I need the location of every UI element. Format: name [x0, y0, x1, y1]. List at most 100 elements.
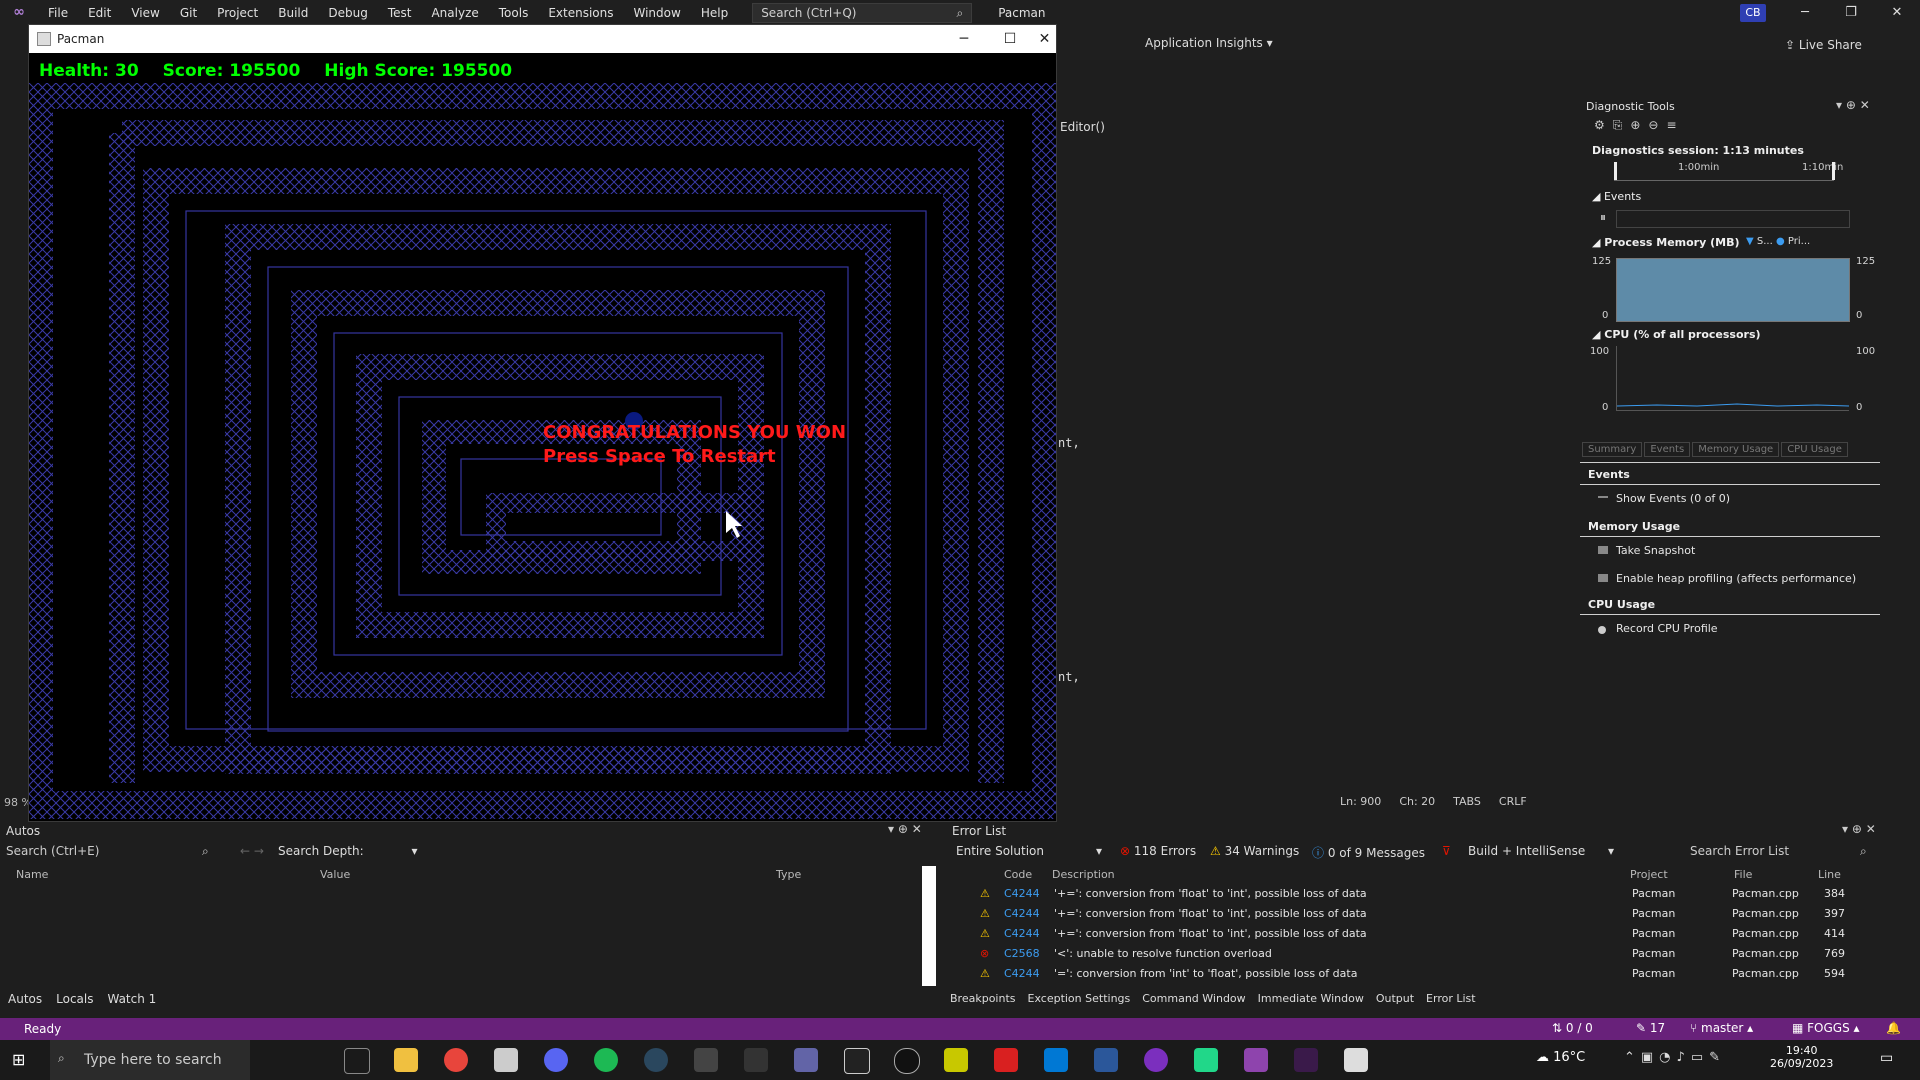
file-explorer-icon[interactable] [394, 1048, 418, 1072]
app-icon[interactable] [1194, 1048, 1218, 1072]
build-filter-dropdown[interactable]: Build + IntelliSense ▾ [1468, 844, 1618, 858]
vscode-icon[interactable] [1044, 1048, 1068, 1072]
notification-center-icon[interactable]: ▭ [1880, 1050, 1893, 1066]
system-tray-icons[interactable]: ⌃▣◔♪▭✎ [1624, 1050, 1726, 1065]
menu-window[interactable]: Window [624, 0, 691, 26]
column-name[interactable]: Name [16, 868, 48, 881]
panel-controls-icon[interactable]: ▾ ⊕ ✕ [1836, 98, 1870, 112]
repository-selector[interactable]: ▦ FOGGS ▴ [1792, 1021, 1860, 1035]
menu-edit[interactable]: Edit [78, 0, 121, 26]
code-editor[interactable] [1058, 110, 1568, 810]
tab-cpu-usage[interactable]: CPU Usage [1781, 442, 1848, 457]
column-description[interactable]: Description [1052, 868, 1115, 881]
app-icon[interactable] [1294, 1048, 1318, 1072]
application-insights-dropdown[interactable]: Application Insights ▾ [1145, 36, 1273, 50]
menu-extensions[interactable]: Extensions [538, 0, 623, 26]
menu-debug[interactable]: Debug [318, 0, 377, 26]
git-changes-indicator[interactable]: ⇅ 0 / 0 [1552, 1021, 1593, 1035]
taskbar-search-input[interactable]: ⌕ Type here to search [50, 1040, 250, 1080]
app-icon[interactable] [494, 1048, 518, 1072]
autos-search-input[interactable]: Search (Ctrl+E) ⌕ [6, 844, 224, 862]
app-icon[interactable] [694, 1048, 718, 1072]
close-icon[interactable]: ✕ [1874, 0, 1920, 26]
error-code[interactable]: C4244 [1004, 967, 1040, 980]
user-avatar-badge[interactable]: CB [1740, 4, 1766, 22]
column-type[interactable]: Type [776, 868, 801, 881]
weather-widget[interactable]: ☁ 16°C [1536, 1050, 1585, 1065]
restore-icon[interactable]: ❐ [1828, 0, 1874, 26]
column-code[interactable]: Code [1004, 868, 1032, 881]
process-memory-header[interactable]: ◢ Process Memory (MB) [1592, 236, 1739, 249]
member-navigation-dropdown[interactable]: Editor() [1060, 120, 1105, 134]
pacman-taskbar-icon[interactable] [1344, 1048, 1368, 1072]
record-cpu-profile-button[interactable]: Record CPU Profile [1616, 622, 1718, 635]
notifications-icon[interactable]: 🔔 [1886, 1021, 1901, 1035]
live-share-button[interactable]: ⇪ Live Share [1785, 38, 1862, 52]
error-row[interactable]: ⊗ C2568 '<': unable to resolve function … [948, 944, 1888, 964]
timeline-start-handle[interactable] [1614, 162, 1617, 180]
panel-controls-icon[interactable]: ▾ ⊕ ✕ [1842, 822, 1876, 836]
tab-command-window[interactable]: Command Window [1142, 992, 1245, 1005]
visual-studio-icon[interactable] [1244, 1048, 1268, 1072]
take-snapshot-button[interactable]: Take Snapshot [1616, 544, 1695, 557]
pacman-game-window[interactable]: Pacman ─ ☐ ✕ Health: 30 Score: 195500 Hi… [28, 24, 1057, 822]
session-timeline[interactable]: 1:00min 1:10min [1614, 162, 1843, 181]
windows-start-icon[interactable]: ⊞ [12, 1050, 25, 1069]
menu-file[interactable]: File [38, 0, 78, 26]
app-icon[interactable] [894, 1048, 920, 1074]
spotify-icon[interactable] [594, 1048, 618, 1072]
pending-edits-indicator[interactable]: ✎ 17 [1636, 1021, 1665, 1035]
menu-tools[interactable]: Tools [489, 0, 539, 26]
navigation-arrows-icon[interactable]: ← → [240, 844, 264, 858]
autos-scrollbar[interactable] [922, 866, 936, 986]
chrome-icon[interactable] [444, 1048, 468, 1072]
tab-events[interactable]: Events [1644, 442, 1691, 457]
error-row[interactable]: ⚠ C4244 '+=': conversion from 'float' to… [948, 904, 1888, 924]
global-search-input[interactable]: Search (Ctrl+Q) ⌕ [752, 3, 973, 23]
show-events-link[interactable]: Show Events (0 of 0) [1616, 492, 1730, 505]
game-maximize-icon[interactable]: ☐ [987, 25, 1033, 53]
tab-output[interactable]: Output [1376, 992, 1414, 1005]
events-header[interactable]: ◢ Events [1592, 190, 1641, 203]
tab-breakpoints[interactable]: Breakpoints [950, 992, 1016, 1005]
side-tool-strip[interactable] [1892, 96, 1920, 816]
line-ending[interactable]: CRLF [1499, 795, 1527, 808]
minimize-icon[interactable]: ─ [1782, 0, 1828, 26]
error-code[interactable]: C4244 [1004, 907, 1040, 920]
column-value[interactable]: Value [320, 868, 350, 881]
menu-analyze[interactable]: Analyze [421, 0, 488, 26]
tab-watch-1[interactable]: Watch 1 [107, 992, 156, 1006]
visual-studio-logo-icon[interactable]: ∞ [8, 4, 30, 22]
tab-error-list[interactable]: Error List [1426, 992, 1476, 1005]
menu-test[interactable]: Test [378, 0, 422, 26]
menu-project[interactable]: Project [207, 0, 268, 26]
tab-autos[interactable]: Autos [8, 992, 42, 1006]
tab-memory-usage[interactable]: Memory Usage [1692, 442, 1780, 457]
tab-immediate-window[interactable]: Immediate Window [1258, 992, 1364, 1005]
discord-icon[interactable] [544, 1048, 568, 1072]
game-window-titlebar[interactable]: Pacman ─ ☐ ✕ [29, 25, 1056, 53]
column-file[interactable]: File [1734, 868, 1752, 881]
menu-help[interactable]: Help [691, 0, 738, 26]
scope-dropdown[interactable]: Entire Solution ▾ [956, 844, 1106, 858]
timeline-end-handle[interactable] [1832, 162, 1835, 180]
error-row[interactable]: ⚠ C4244 '+=': conversion from 'float' to… [948, 924, 1888, 944]
app-icon[interactable] [944, 1048, 968, 1072]
app-icon[interactable] [994, 1048, 1018, 1072]
filter-icon[interactable]: ⊽ [1442, 844, 1451, 858]
clock[interactable]: 19:40 26/09/2023 [1770, 1044, 1833, 1070]
errors-filter-button[interactable]: ⊗ 118 Errors [1120, 844, 1196, 858]
tab-summary[interactable]: Summary [1582, 442, 1643, 457]
messages-filter-button[interactable]: ⓘ 0 of 9 Messages [1312, 844, 1425, 861]
menu-view[interactable]: View [121, 0, 169, 26]
error-row[interactable]: ⚠ C4244 '+=': conversion from 'float' to… [948, 884, 1888, 904]
indent-mode[interactable]: TABS [1453, 795, 1481, 808]
menu-build[interactable]: Build [268, 0, 318, 26]
steam-icon[interactable] [644, 1048, 668, 1072]
error-row[interactable]: ⚠ C4244 '=': conversion from 'int' to 'f… [948, 964, 1888, 984]
epic-games-icon[interactable] [744, 1048, 768, 1072]
word-icon[interactable] [1094, 1048, 1118, 1072]
error-code[interactable]: C4244 [1004, 927, 1040, 940]
column-project[interactable]: Project [1630, 868, 1668, 881]
error-code[interactable]: C4244 [1004, 887, 1040, 900]
